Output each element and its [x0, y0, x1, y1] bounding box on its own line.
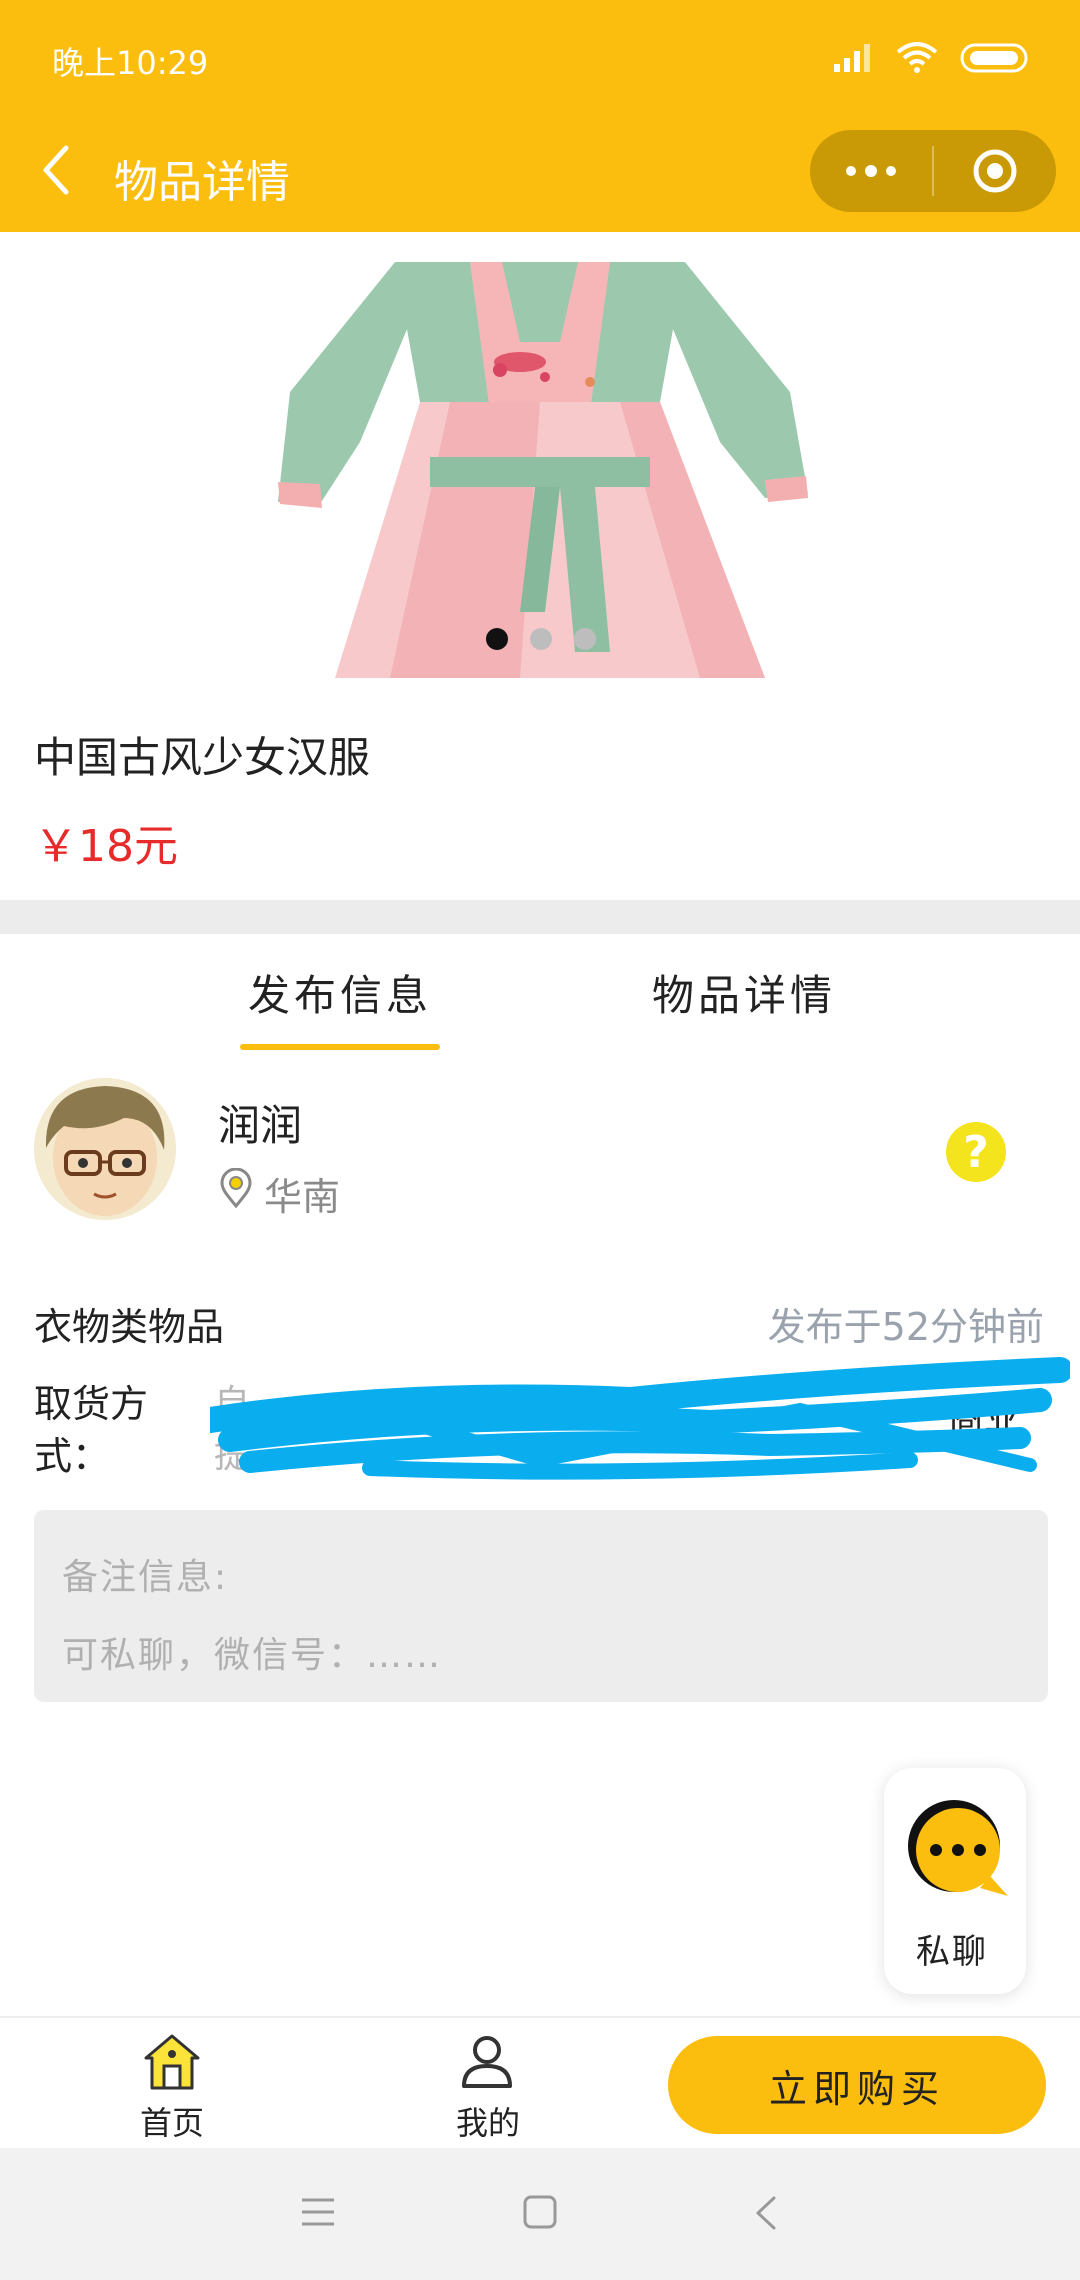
signal-icon	[834, 44, 870, 72]
product-title: 中国古风少女汉服	[34, 733, 371, 782]
chat-bubble-icon	[908, 1800, 1008, 1896]
post-time: 发布于52分钟前	[767, 1305, 1044, 1349]
menu-icon[interactable]	[300, 2196, 336, 2228]
more-button[interactable]	[810, 130, 932, 212]
home-square-icon[interactable]	[522, 2194, 558, 2230]
battery-icon	[960, 43, 1028, 73]
item-category: 衣物类物品	[34, 1305, 225, 1349]
more-dots-icon	[846, 165, 896, 177]
mini-program-capsule	[810, 130, 1056, 212]
product-price: ￥18元	[34, 821, 178, 872]
page-title: 物品详情	[114, 157, 290, 208]
tab-publish-info[interactable]: 发布信息	[248, 962, 432, 1023]
hanfu-dress-image	[278, 262, 808, 678]
carousel-dot[interactable]	[486, 628, 508, 650]
avatar[interactable]	[34, 1078, 176, 1220]
carousel-dot[interactable]	[574, 628, 596, 650]
product-image-carousel[interactable]	[0, 232, 1080, 678]
home-tab-label[interactable]: 首页	[140, 2098, 204, 2144]
wifi-icon	[896, 42, 938, 73]
private-chat-label: 私聊	[916, 1932, 988, 1972]
system-navigation-bar	[0, 2148, 1080, 2280]
home-icon[interactable]	[142, 2032, 202, 2090]
close-program-button[interactable]	[934, 130, 1056, 212]
note-label: 备注信息:	[62, 1557, 229, 1598]
active-tab-indicator	[240, 1044, 440, 1050]
cartoon-boy-avatar	[34, 1078, 176, 1220]
status-time: 晚上10:29	[52, 44, 209, 82]
back-arrow-icon[interactable]	[36, 140, 76, 200]
carousel-indicator	[486, 628, 596, 650]
redaction-scribble	[210, 1357, 1070, 1480]
system-back-icon[interactable]	[752, 2194, 780, 2232]
pickup-method-label: 取货方式：	[34, 1382, 149, 1478]
target-circle-icon	[973, 149, 1017, 193]
location-pin-icon	[220, 1168, 252, 1208]
mine-tab-label[interactable]: 我的	[456, 2098, 520, 2144]
seller-name: 润润	[218, 1101, 303, 1150]
buy-now-button[interactable]: 立即购买	[668, 2036, 1046, 2134]
seller-location: 华南	[264, 1175, 341, 1219]
tab-item-details[interactable]: 物品详情	[652, 962, 836, 1023]
help-question-icon[interactable]: ?	[946, 1122, 1006, 1182]
note-text: 可私聊，微信号：……	[62, 1635, 443, 1676]
carousel-dot[interactable]	[530, 628, 552, 650]
user-profile-icon[interactable]	[460, 2034, 514, 2088]
section-divider	[0, 900, 1080, 934]
status-icons	[834, 38, 1032, 78]
